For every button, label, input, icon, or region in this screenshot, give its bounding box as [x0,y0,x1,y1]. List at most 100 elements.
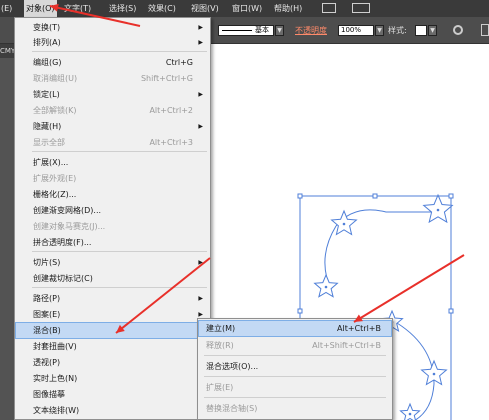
arrange-documents-icon[interactable] [352,3,370,13]
tool-strip [0,58,14,420]
menu-edit[interactable]: (E) [1,0,12,17]
menu-item-label: 显示全部 [33,138,65,147]
submenu-item-shortcut: Alt+Shift+Ctrl+B [312,341,381,350]
menu-item-shortcut: Shift+Ctrl+G [140,74,193,83]
menu-item[interactable]: 显示全部 Alt+Ctrl+3 [16,135,209,150]
star-shape [399,402,421,420]
menu-item[interactable]: 拼合透明度(F)... [16,235,209,250]
submenu-item-label: 建立(M) [206,324,236,333]
menu-item-label: 扩展外观(E) [33,174,77,183]
menu-item-label: 拼合透明度(F)... [33,238,92,247]
menu-item-label: 创建裁切标记(C) [33,274,93,283]
submenu-arrow-icon: ▶ [198,123,203,130]
submenu-arrow-icon: ▶ [198,295,203,302]
submenu-arrow-icon: ▶ [198,259,203,266]
selection-handle [372,193,378,199]
menu-item[interactable]: 切片(S) ▶ [16,255,209,270]
star-center-point [432,372,436,376]
menu-item[interactable]: 排列(A) ▶ [16,35,209,50]
submenu-item-label: 扩展(E) [206,383,234,392]
style-label: 样式: [388,26,407,35]
submenu-item[interactable]: 释放(R) Alt+Shift+Ctrl+B [199,338,391,353]
menu-item[interactable]: 混合(B)▶ [15,322,210,339]
menu-item[interactable]: 锁定(L) ▶ [16,87,209,102]
selection-handle [448,193,454,199]
menu-help[interactable]: 帮助(H) [274,0,302,17]
submenu-arrow-icon: ▶ [198,91,203,98]
menu-item[interactable]: 文本绕排(W)▶ [16,403,209,418]
star-center-point [408,412,412,416]
menu-separator [204,376,386,377]
star-center-point [342,222,346,226]
menu-window[interactable]: 窗口(W) [232,0,262,17]
stroke-line-preview [222,30,252,31]
opacity-label[interactable]: 不透明度 [295,25,327,36]
menu-item-shortcut: Ctrl+G [165,58,193,67]
panel-icon[interactable] [481,24,489,36]
submenu-item-label: 混合选项(O)... [206,362,259,371]
opacity-dropdown-icon[interactable]: ▼ [375,25,384,36]
menu-item[interactable]: 创建对象马赛克(J)... [16,219,209,234]
menu-item-label: 变换(T) [33,23,61,32]
menu-item[interactable]: 路径(P) ▶ [16,291,209,306]
stroke-profile-label: 基本 [255,26,269,34]
menu-effect[interactable]: 效果(C) [148,0,176,17]
menu-item[interactable]: 图案(E) ▶ [16,307,209,322]
style-swatch[interactable] [415,25,427,36]
menu-object[interactable]: 对象(O) [24,0,57,17]
menu-item[interactable]: 栅格化(Z)... [16,187,209,202]
menu-item[interactable]: 变换(T) ▶ [16,20,209,35]
menu-item-label: 路径(P) [33,294,61,303]
menu-item-label: 栅格化(Z)... [33,190,77,199]
bridge-icon[interactable] [322,3,336,13]
menu-item[interactable]: 图像描摹▶ [16,387,209,402]
star-center-point [324,285,328,289]
menu-item[interactable]: 扩展外观(E) [16,171,209,186]
menu-item[interactable]: 实时上色(N)▶ [16,371,209,386]
menu-separator [32,151,207,152]
menu-item[interactable]: 透视(P)▶ [16,355,209,370]
stroke-profile-field[interactable]: 基本 [218,25,274,36]
menu-item-label: 创建渐变网格(D)... [33,206,102,215]
submenu-item[interactable]: 建立(M) Alt+Ctrl+B [198,320,392,337]
menu-item[interactable]: 取消编组(U) Shift+Ctrl+G [16,71,209,86]
menu-item-label: 图像描摹 [33,390,65,399]
menu-item-label: 编组(G) [33,58,62,67]
menu-item-label: 文本绕排(W) [33,406,80,415]
star-shape [422,193,454,224]
submenu-item[interactable]: 混合选项(O)... [199,359,391,374]
selection-handle [297,193,303,199]
menu-item-label: 图案(E) [33,310,61,319]
menu-item-label: 创建对象马赛克(J)... [33,222,106,231]
recolor-icon[interactable] [453,25,463,35]
menu-item[interactable]: 扩展(X)... [16,155,209,170]
menu-item-label: 全部解锁(K) [33,106,77,115]
menu-separator [204,397,386,398]
menu-item[interactable]: 隐藏(H) ▶ [16,119,209,134]
stroke-dropdown-icon[interactable]: ▼ [275,25,284,36]
menu-select[interactable]: 选择(S) [109,0,136,17]
menu-item-label: 切片(S) [33,258,61,267]
submenu-item-label: 替换混合轴(S) [206,404,258,413]
opacity-input[interactable]: 100% [338,25,374,36]
menu-separator [32,51,207,52]
menu-type[interactable]: 文字(T) [64,0,91,17]
menu-view[interactable]: 视图(V) [191,0,219,17]
menu-item-label: 扩展(X)... [33,158,69,167]
menu-item[interactable]: 封套扭曲(V)▶ [16,339,209,354]
menu-item-shortcut: Alt+Ctrl+3 [149,138,193,147]
menu-separator [204,355,386,356]
menu-item[interactable]: 创建裁切标记(C) [16,271,209,286]
menu-item[interactable]: 创建渐变网格(D)... [16,203,209,218]
menu-item-label: 封套扭曲(V) [33,342,77,351]
submenu-item[interactable]: 替换混合轴(S) [199,401,391,416]
menu-separator [32,251,207,252]
menu-item[interactable]: 全部解锁(K) Alt+Ctrl+2 [16,103,209,118]
star-center-point [436,208,440,212]
style-dropdown-icon[interactable]: ▼ [428,25,437,36]
menu-item-label: 锁定(L) [33,90,60,99]
menu-item[interactable]: 编组(G) Ctrl+G [16,55,209,70]
submenu-item-label: 释放(R) [206,341,234,350]
submenu-item-shortcut: Alt+Ctrl+B [337,324,381,333]
submenu-item[interactable]: 扩展(E) [199,380,391,395]
